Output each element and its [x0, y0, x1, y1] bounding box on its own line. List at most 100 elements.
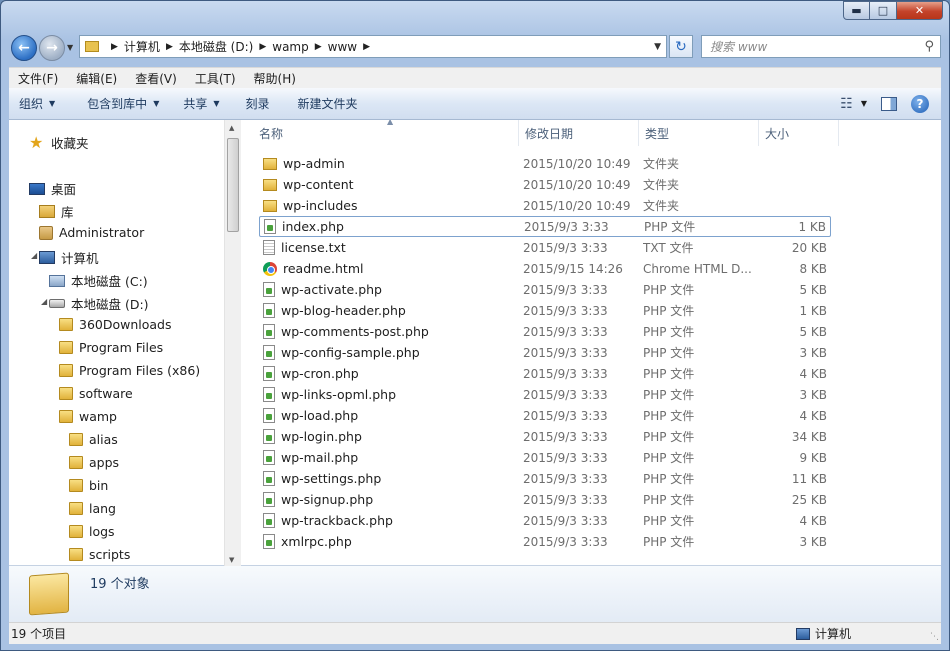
file-row[interactable]: index.php 2015/9/3 3:33 PHP 文件 1 KB [259, 216, 831, 237]
menu-file[interactable]: 文件(F) [9, 70, 67, 87]
address-bar[interactable]: ▶ 计算机 ▶ 本地磁盘 (D:) ▶ wamp ▶ www ▶ ▼ [79, 35, 667, 58]
preview-pane-icon[interactable] [881, 96, 897, 111]
column-header-date[interactable]: 修改日期 [519, 120, 639, 146]
file-row[interactable]: wp-blog-header.php 2015/9/3 3:33 PHP 文件 1 K… [259, 300, 831, 321]
file-row[interactable]: wp-login.php 2015/9/3 3:33 PHP 文件 34 KB [259, 426, 831, 447]
refresh-button[interactable]: ↻ [669, 35, 693, 58]
column-header-size[interactable]: 大小 [759, 120, 839, 146]
forward-button[interactable]: → [39, 35, 65, 61]
burn-button[interactable]: 刻录 [236, 95, 278, 112]
column-header-type[interactable]: 类型 [639, 120, 759, 146]
nav-scrollbar[interactable]: ▲ ▼ [224, 120, 241, 566]
resize-grip-icon[interactable]: ⋱ [930, 632, 939, 642]
menu-edit[interactable]: 编辑(E) [67, 70, 126, 87]
file-row[interactable]: wp-signup.php 2015/9/3 3:33 PHP 文件 25 KB [259, 489, 831, 510]
nav-item-label: wamp [79, 409, 117, 424]
breadcrumb-wamp[interactable]: wamp [272, 40, 308, 54]
status-item-count: 19 个项目 [11, 627, 67, 641]
nav-item-drive-d[interactable]: 本地磁盘 (D:) [49, 294, 149, 313]
minimize-button[interactable]: ▬ [843, 1, 870, 20]
file-row[interactable]: wp-activate.php 2015/9/3 3:33 PHP 文件 5 KB [259, 279, 831, 300]
back-button[interactable]: ← [11, 35, 37, 61]
file-row[interactable]: xmlrpc.php 2015/9/3 3:33 PHP 文件 3 KB [259, 531, 831, 552]
new-folder-button[interactable]: 新建文件夹 [288, 95, 366, 112]
collapse-arrow-icon[interactable]: ◢ [41, 297, 47, 306]
chevron-right-icon[interactable]: ▶ [259, 42, 266, 52]
file-name: wp-login.php [281, 429, 362, 444]
nav-item-desktop[interactable]: 桌面 [29, 179, 76, 198]
help-icon[interactable]: ? [911, 94, 929, 113]
file-size: 11 KB [791, 471, 827, 486]
nav-item-drive-c[interactable]: 本地磁盘 (C:) [49, 271, 148, 290]
file-row[interactable]: wp-trackback.php 2015/9/3 3:33 PHP 文件 4 KB [259, 510, 831, 531]
file-row[interactable]: wp-load.php 2015/9/3 3:33 PHP 文件 4 KB [259, 405, 831, 426]
file-name: wp-links-opml.php [281, 387, 397, 402]
address-dropdown-icon[interactable]: ▼ [654, 42, 661, 52]
file-row[interactable]: wp-cron.php 2015/9/3 3:33 PHP 文件 4 KB [259, 363, 831, 384]
file-row[interactable]: readme.html 2015/9/15 14:26 Chrome HTML D.… [259, 258, 831, 279]
nav-item-folder[interactable]: lang [69, 501, 116, 516]
maximize-button[interactable]: □ [870, 1, 897, 20]
nav-item-folder[interactable]: Program Files [59, 340, 163, 355]
file-row[interactable]: wp-links-opml.php 2015/9/3 3:33 PHP 文件 3 KB [259, 384, 831, 405]
file-type: PHP 文件 [643, 346, 695, 360]
file-row[interactable]: wp-content 2015/10/20 10:49 文件夹 [259, 174, 831, 195]
organize-button[interactable]: 组织 ▼ [9, 95, 63, 112]
file-size: 3 KB [799, 387, 827, 402]
nav-item-computer[interactable]: 计算机 [39, 248, 99, 267]
file-date: 2015/9/3 3:33 [523, 240, 608, 255]
search-input[interactable]: 搜索 www ⚲ [701, 35, 941, 58]
php-file-icon [263, 492, 275, 507]
file-row[interactable]: wp-admin 2015/10/20 10:49 文件夹 [259, 153, 831, 174]
text-file-icon [263, 240, 275, 255]
breadcrumb-www[interactable]: www [328, 40, 357, 54]
file-row[interactable]: license.txt 2015/9/3 3:33 TXT 文件 20 KB [259, 237, 831, 258]
nav-item-folder[interactable]: software [59, 386, 133, 401]
file-name: wp-mail.php [281, 450, 359, 465]
folder-icon [85, 41, 99, 52]
column-header-name[interactable]: ▲ 名称 [253, 120, 519, 146]
file-size: 5 KB [799, 324, 827, 339]
menu-view[interactable]: 查看(V) [126, 70, 186, 87]
include-library-button[interactable]: 包含到库中 ▼ [77, 95, 167, 112]
file-row[interactable]: wp-comments-post.php 2015/9/3 3:33 PHP 文件 5… [259, 321, 831, 342]
nav-item-folder[interactable]: 360Downloads [59, 317, 172, 332]
close-button[interactable]: ✕ [897, 1, 943, 20]
share-button[interactable]: 共享 ▼ [173, 95, 227, 112]
nav-item-folder[interactable]: logs [69, 524, 115, 539]
file-date: 2015/9/3 3:33 [523, 366, 608, 381]
chevron-right-icon[interactable]: ▶ [363, 42, 370, 52]
menu-tools[interactable]: 工具(T) [186, 70, 245, 87]
nav-item-folder[interactable]: bin [69, 478, 108, 493]
menu-help[interactable]: 帮助(H) [245, 70, 305, 87]
file-row[interactable]: wp-includes 2015/10/20 10:49 文件夹 [259, 195, 831, 216]
recent-pages-dropdown[interactable]: ▼ [67, 43, 73, 52]
nav-item-administrator[interactable]: Administrator [39, 225, 144, 240]
php-file-icon [263, 303, 275, 318]
nav-item-folder[interactable]: Program Files (x86) [59, 363, 200, 378]
breadcrumb-computer[interactable]: 计算机 [124, 38, 160, 55]
nav-item-libraries[interactable]: 库 [39, 202, 74, 221]
chevron-right-icon[interactable]: ▶ [111, 42, 118, 52]
refresh-icon: ↻ [675, 38, 687, 55]
nav-item-folder[interactable]: scripts [69, 547, 130, 562]
nav-item-folder[interactable]: wamp [59, 409, 117, 424]
chevron-right-icon[interactable]: ▶ [166, 42, 173, 52]
scroll-down-icon[interactable]: ▼ [229, 556, 234, 564]
breadcrumb-drive-d[interactable]: 本地磁盘 (D:) [179, 38, 253, 55]
nav-item-folder[interactable]: apps [69, 455, 119, 470]
chevron-down-icon[interactable]: ▼ [861, 99, 867, 108]
collapse-arrow-icon[interactable]: ◢ [31, 251, 37, 260]
scroll-thumb[interactable] [227, 138, 239, 232]
chevron-right-icon[interactable]: ▶ [315, 42, 322, 52]
nav-item-favorites[interactable]: ★ 收藏夹 [29, 133, 89, 152]
file-type: TXT 文件 [643, 241, 694, 255]
file-row[interactable]: wp-settings.php 2015/9/3 3:33 PHP 文件 11 KB [259, 468, 831, 489]
nav-item-folder[interactable]: alias [69, 432, 118, 447]
file-row[interactable]: wp-config-sample.php 2015/9/3 3:33 PHP 文件 3… [259, 342, 831, 363]
scroll-up-icon[interactable]: ▲ [229, 124, 234, 132]
view-options-icon[interactable]: ☷ [840, 96, 853, 112]
details-object-count: 19 个对象 [90, 577, 150, 592]
file-row[interactable]: wp-mail.php 2015/9/3 3:33 PHP 文件 9 KB [259, 447, 831, 468]
search-icon[interactable]: ⚲ [924, 39, 934, 54]
